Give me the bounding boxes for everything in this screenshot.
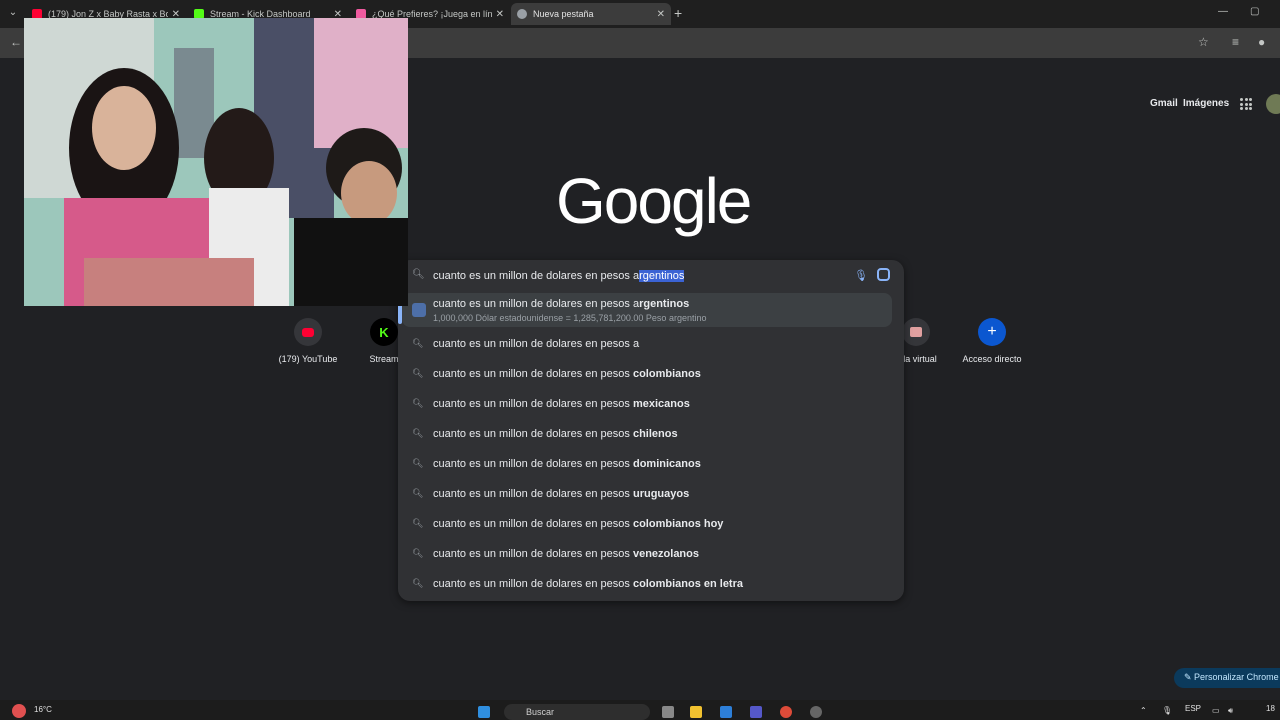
list-item[interactable]: 🔍︎ cuanto es un millon de dolares en peso…: [398, 450, 904, 480]
windows-start-icon[interactable]: [478, 706, 490, 718]
list-item[interactable]: 🔍︎ cuanto es un millon de dolares en peso…: [398, 570, 904, 600]
youtube-icon: [294, 318, 322, 346]
task-view-icon[interactable]: [662, 706, 674, 718]
shortcut-label: Acceso directo: [962, 354, 1022, 364]
taskbar-search-label: Buscar: [526, 707, 555, 717]
search-icon: 🔍︎: [412, 368, 424, 378]
close-icon[interactable]: ✕: [657, 9, 665, 20]
microphone-icon[interactable]: 🎙︎: [1162, 706, 1172, 715]
tab-search-button[interactable]: ⌄: [4, 4, 22, 22]
google-lens-icon[interactable]: [877, 268, 890, 281]
new-tab-button[interactable]: +: [674, 5, 682, 21]
google-apps-icon[interactable]: [1240, 98, 1252, 110]
kick-icon: K: [370, 318, 398, 346]
minimize-icon[interactable]: —: [1218, 6, 1228, 17]
shortcut-youtube[interactable]: (179) YouTube: [268, 318, 348, 364]
customize-chrome-button[interactable]: ✎ Personalizar Chrome: [1174, 668, 1280, 688]
suggestion-text: cuanto es un millon de dolares en pesos …: [433, 458, 701, 470]
list-item[interactable]: 🔍︎ cuanto es un millon de dolares en peso…: [398, 390, 904, 420]
google-logo: Google: [556, 165, 752, 237]
query-typed: cuanto es un millon de dolares en pesos …: [433, 270, 640, 282]
weather-icon: [12, 704, 26, 718]
suggestion-conversion[interactable]: cuanto es un millon de dolares en pesos …: [398, 293, 892, 327]
store-icon: [902, 318, 930, 346]
store-icon[interactable]: [720, 706, 732, 718]
search-icon: 🔍︎: [412, 488, 424, 498]
tab-new-tab[interactable]: Nueva pestaña ✕: [511, 3, 671, 25]
suggestion-text: cuanto es un millon de dolares en pesos …: [433, 428, 678, 440]
search-icon: 🔍︎: [412, 398, 424, 408]
chrome-icon: [517, 9, 527, 19]
plus-icon: +: [978, 318, 1006, 346]
list-item[interactable]: 🔍︎ cuanto es un millon de dolares en peso…: [398, 510, 904, 540]
query-completion: rgentinos: [639, 270, 685, 282]
shortcut-label: (179) YouTube: [278, 354, 338, 364]
gmail-link[interactable]: Gmail: [1150, 98, 1178, 109]
teams-icon[interactable]: [750, 706, 762, 718]
media-controls-icon[interactable]: ≡: [1232, 35, 1239, 49]
list-item[interactable]: 🔍︎ cuanto es un millon de dolares en peso…: [398, 330, 904, 360]
suggestion-text: cuanto es un millon de dolares en pesos …: [433, 518, 724, 530]
close-icon[interactable]: ✕: [496, 9, 504, 20]
maximize-icon[interactable]: ▢: [1250, 6, 1259, 17]
avatar[interactable]: [1266, 94, 1280, 114]
suggestion-text: cuanto es un millon de dolares en pesos …: [433, 298, 690, 310]
search-icon: 🔍︎: [412, 458, 424, 468]
search-icon: 🔍︎: [412, 548, 424, 558]
webcam-image: [24, 18, 408, 306]
search-box[interactable]: 🔍︎ cuanto es un millon de dolares en pes…: [398, 260, 904, 292]
webcam-overlay: [24, 18, 408, 306]
suggestion-text: cuanto es un millon de dolares en pesos …: [433, 578, 743, 590]
app-icon[interactable]: [810, 706, 822, 718]
address-bar[interactable]: [408, 31, 1188, 55]
search-icon: 🔍︎: [412, 428, 424, 438]
chrome-icon[interactable]: [780, 706, 792, 718]
currency-icon: [412, 303, 426, 317]
chevron-up-icon[interactable]: ⌃: [1140, 706, 1147, 715]
file-explorer-icon[interactable]: [690, 706, 702, 718]
volume-icon[interactable]: 🔊︎: [1228, 706, 1233, 716]
suggestion-text: cuanto es un millon de dolares en pesos …: [433, 368, 701, 380]
suggestion-text: cuanto es un millon de dolares en pesos …: [433, 398, 690, 410]
list-item[interactable]: 🔍︎ cuanto es un millon de dolares en peso…: [398, 540, 904, 570]
list-item[interactable]: 🔍︎ cuanto es un millon de dolares en peso…: [398, 480, 904, 510]
windows-taskbar: 16°C Buscar ⌃ 🎙︎ ESP ▭ 🔊︎ 18: [0, 700, 1280, 720]
search-icon: 🔍︎: [412, 269, 425, 280]
search-icon: 🔍︎: [412, 578, 424, 588]
search-icon: 🔍︎: [412, 518, 424, 528]
images-link[interactable]: Imágenes: [1183, 98, 1229, 109]
suggestion-text: cuanto es un millon de dolares en pesos …: [433, 548, 699, 560]
language-indicator[interactable]: ESP: [1185, 704, 1201, 713]
tab-title: Nueva pestaña: [533, 9, 594, 19]
profile-icon[interactable]: ●: [1258, 35, 1265, 49]
bookmark-star-icon[interactable]: ☆: [1198, 35, 1209, 49]
weather-temp[interactable]: 16°C: [34, 705, 52, 714]
shortcut-add[interactable]: + Acceso directo: [952, 318, 1032, 364]
search-input[interactable]: cuanto es un millon de dolares en pesos …: [433, 270, 685, 282]
customize-label: Personalizar Chrome: [1194, 672, 1279, 682]
list-item[interactable]: 🔍︎ cuanto es un millon de dolares en peso…: [398, 360, 904, 390]
back-icon[interactable]: ←: [10, 35, 22, 49]
list-item[interactable]: 🔍︎ cuanto es un millon de dolares en peso…: [398, 420, 904, 450]
search-autocomplete: 🔍︎ cuanto es un millon de dolares en pes…: [398, 260, 904, 601]
suggestion-text: cuanto es un millon de dolares en pesos …: [433, 338, 640, 350]
suggestion-text: cuanto es un millon de dolares en pesos …: [433, 488, 690, 500]
network-icon[interactable]: ▭: [1212, 706, 1220, 715]
clock[interactable]: 18: [1266, 704, 1275, 713]
conversion-result: 1,000,000 Dólar estadounidense = 1,285,7…: [433, 313, 707, 323]
taskbar-search[interactable]: Buscar: [504, 704, 650, 720]
search-icon: 🔍︎: [412, 338, 424, 348]
microphone-icon[interactable]: 🎙︎: [854, 269, 868, 282]
